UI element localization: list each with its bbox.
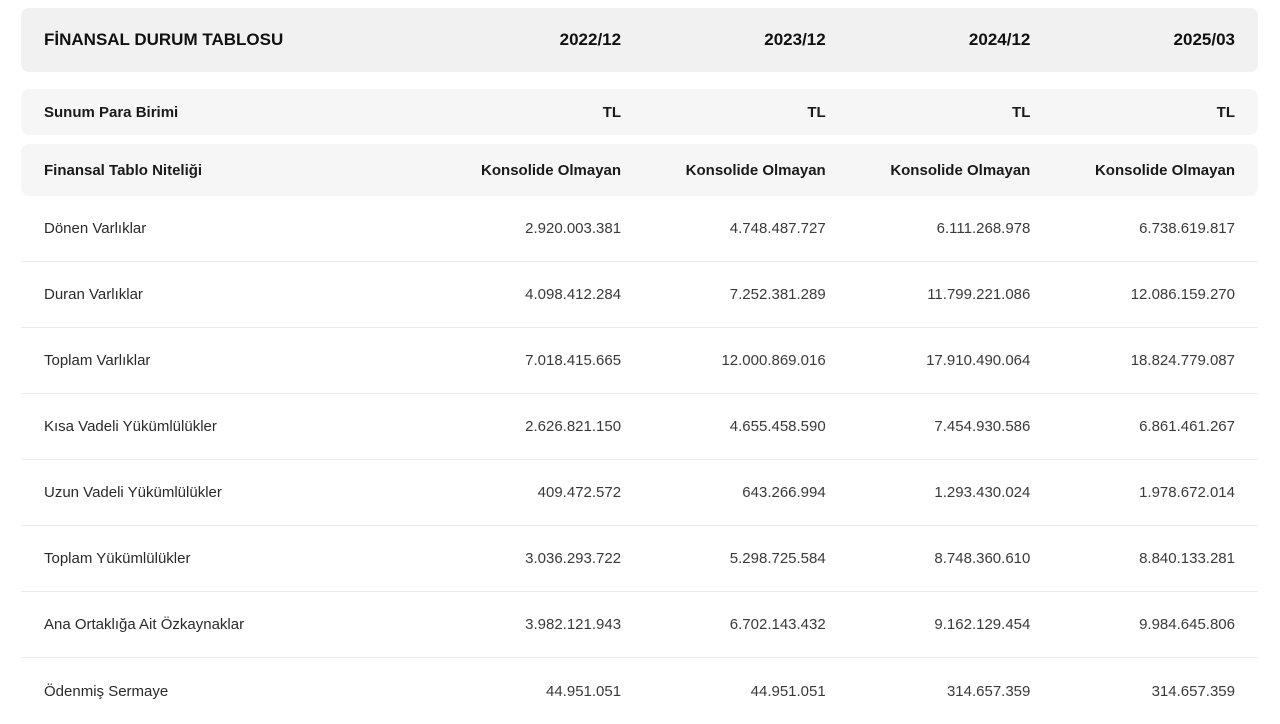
cell-value: 7.018.415.665 <box>525 352 622 369</box>
cell-value: TL <box>602 103 622 121</box>
cell-value: Konsolide Olmayan <box>685 161 826 179</box>
cell-value: 4.098.412.284 <box>525 286 622 303</box>
row-label: Toplam Yükümlülükler <box>44 550 191 567</box>
cell-value: 314.657.359 <box>946 682 1031 700</box>
cell-value: TL <box>1012 103 1031 121</box>
cell-value: TL <box>807 103 826 121</box>
row-label: Finansal Tablo Niteliği <box>44 161 203 179</box>
table-row: Uzun Vadeli Yükümlülükler 409.472.572 64… <box>21 460 1258 526</box>
period-header: 2023/12 <box>764 30 826 49</box>
table-row: Toplam Varlıklar 7.018.415.665 12.000.86… <box>21 328 1258 394</box>
table-row: Toplam Yükümlülükler 3.036.293.722 5.298… <box>21 526 1258 592</box>
cell-value: Konsolide Olmayan <box>481 161 622 179</box>
cell-value: 6.111.268.978 <box>936 220 1031 237</box>
cell-value: 8.748.360.610 <box>934 550 1031 567</box>
cell-value: 17.910.490.064 <box>926 352 1031 369</box>
cell-value: 4.748.487.727 <box>729 220 826 237</box>
cell-value: 7.454.930.586 <box>934 418 1031 435</box>
table-title: FİNANSAL DURUM TABLOSU <box>44 30 284 49</box>
cell-value: 409.472.572 <box>537 484 622 501</box>
cell-value: 6.702.143.432 <box>729 616 826 633</box>
row-label: Uzun Vadeli Yükümlülükler <box>44 484 222 501</box>
cell-value: 3.982.121.943 <box>525 616 622 633</box>
table-row: Ana Ortaklığa Ait Özkaynaklar 3.982.121.… <box>21 592 1258 658</box>
row-label: Ana Ortaklığa Ait Özkaynaklar <box>44 616 245 633</box>
row-label: Duran Varlıklar <box>44 286 143 303</box>
cell-value: 314.657.359 <box>1151 682 1235 700</box>
table-row: Kısa Vadeli Yükümlülükler 2.626.821.150 … <box>21 394 1258 460</box>
cell-value: 6.738.619.817 <box>1139 220 1235 237</box>
cell-value: 9.984.645.806 <box>1139 616 1235 633</box>
statement-type-row: Finansal Tablo Niteliği Konsolide Olmaya… <box>21 144 1258 196</box>
cell-value: 6.861.461.267 <box>1139 418 1235 435</box>
row-label: Toplam Varlıklar <box>44 352 151 369</box>
cell-value: 3.036.293.722 <box>525 550 622 567</box>
row-label: Sunum Para Birimi <box>44 103 179 121</box>
cell-value: 4.655.458.590 <box>729 418 826 435</box>
cell-value: 11.799.221.086 <box>927 286 1031 303</box>
cell-value: 7.252.381.289 <box>729 286 826 303</box>
period-header: 2024/12 <box>968 30 1031 49</box>
currency-row: Sunum Para Birimi TL TL TL TL <box>21 89 1258 135</box>
cell-value: Konsolide Olmayan <box>1094 161 1235 179</box>
table-header: FİNANSAL DURUM TABLOSU 2022/12 2023/12 2… <box>21 8 1258 72</box>
row-label: Ödenmiş Sermaye <box>44 682 169 700</box>
cell-value: 44.951.051 <box>750 682 826 700</box>
cell-value: 12.000.869.016 <box>721 352 826 369</box>
table-row: Ödenmiş Sermaye 44.951.051 44.951.051 31… <box>21 658 1258 724</box>
table-row: Dönen Varlıklar 2.920.003.381 4.748.487.… <box>21 196 1258 262</box>
cell-value: 5.298.725.584 <box>729 550 826 567</box>
row-label: Kısa Vadeli Yükümlülükler <box>44 418 217 435</box>
table-body: Dönen Varlıklar 2.920.003.381 4.748.487.… <box>21 196 1258 724</box>
cell-value: 12.086.159.270 <box>1130 286 1235 303</box>
period-header: 2022/12 <box>559 30 622 49</box>
row-label: Dönen Varlıklar <box>44 220 147 237</box>
cell-value: 1.978.672.014 <box>1139 484 1235 501</box>
table-row: Duran Varlıklar 4.098.412.284 7.252.381.… <box>21 262 1258 328</box>
financial-statement-table: FİNANSAL DURUM TABLOSU 2022/12 2023/12 2… <box>21 8 1258 724</box>
cell-value: Konsolide Olmayan <box>890 161 1031 179</box>
cell-value: 2.626.821.150 <box>525 418 622 435</box>
period-header: 2025/03 <box>1173 30 1235 49</box>
cell-value: 9.162.129.454 <box>934 616 1031 633</box>
cell-value: 44.951.051 <box>546 682 622 700</box>
cell-value: 8.840.133.281 <box>1139 550 1235 567</box>
cell-value: 18.824.779.087 <box>1130 352 1235 369</box>
cell-value: TL <box>1216 103 1235 121</box>
cell-value: 1.293.430.024 <box>934 484 1031 501</box>
cell-value: 643.266.994 <box>742 484 826 501</box>
cell-value: 2.920.003.381 <box>525 220 622 237</box>
